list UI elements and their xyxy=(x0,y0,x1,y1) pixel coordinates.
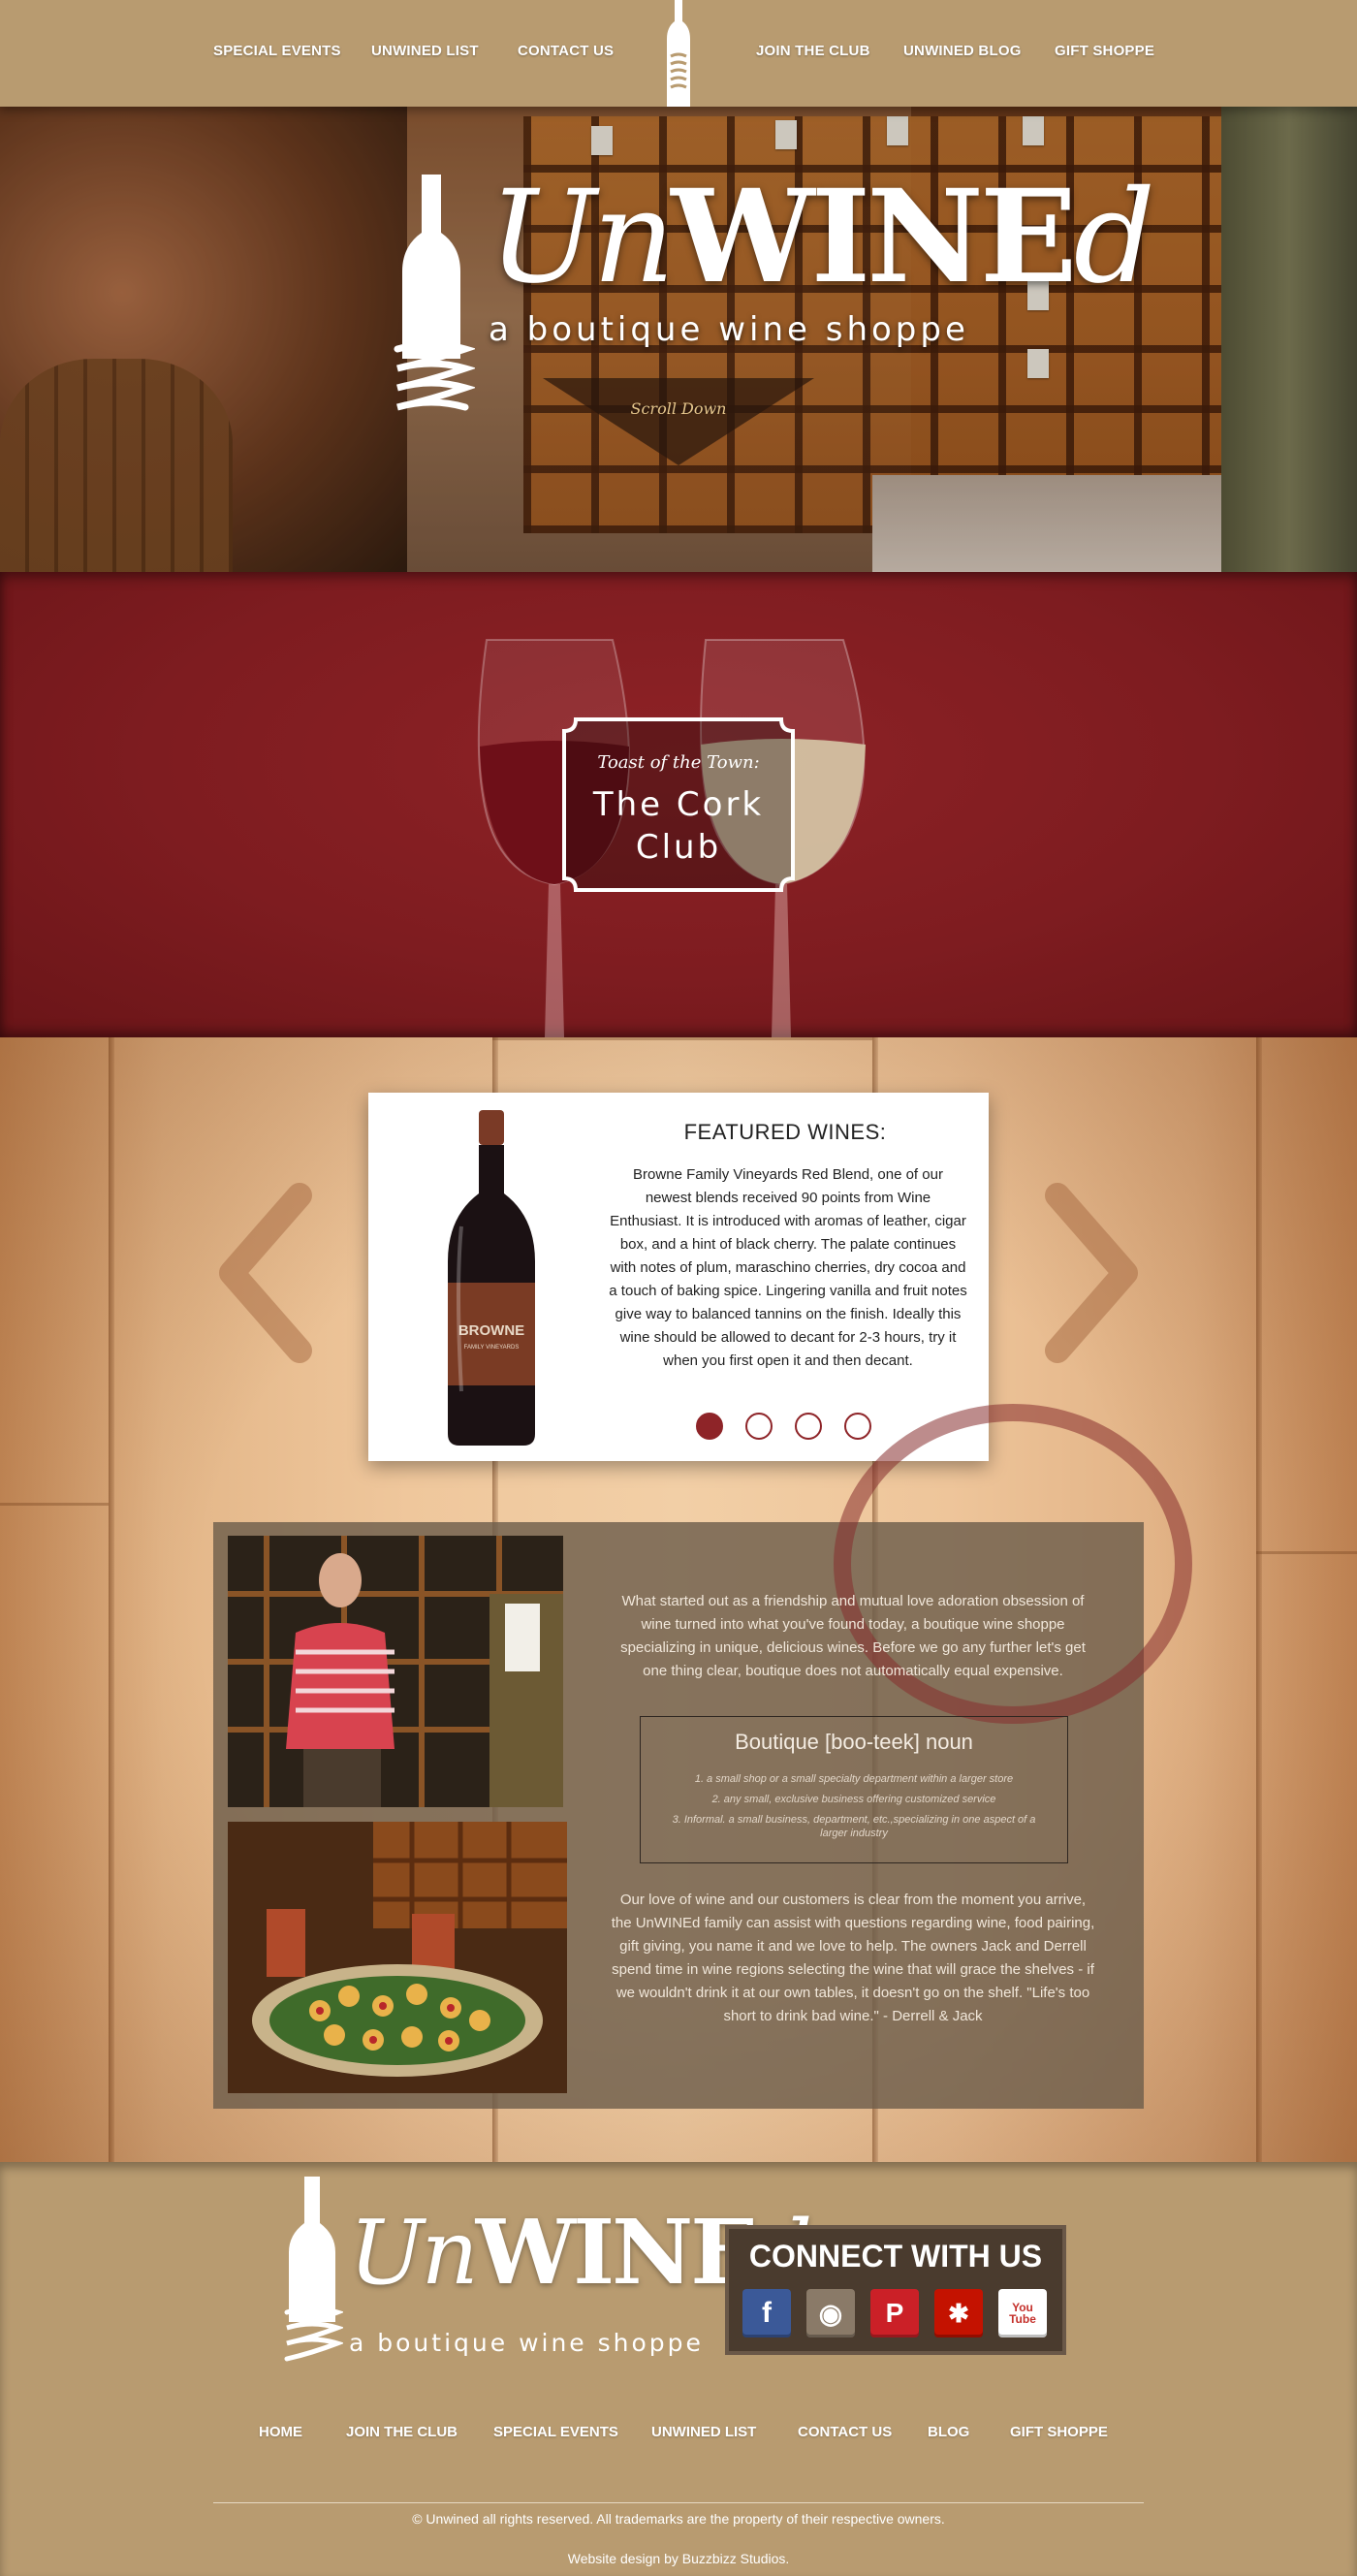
footer-brand-tagline: a boutique wine shoppe xyxy=(349,2329,704,2357)
nav-special-events[interactable]: SPECIAL EVENTS xyxy=(213,43,341,59)
facebook-icon[interactable]: f xyxy=(742,2289,791,2337)
footer-nav-home[interactable]: HOME xyxy=(259,2424,302,2440)
connect-title: CONNECT WITH US xyxy=(748,2239,1043,2274)
carousel-dot-4[interactable] xyxy=(844,1413,871,1440)
carousel-dot-3[interactable] xyxy=(795,1413,822,1440)
owner-photo xyxy=(228,1536,563,1807)
scroll-down-link[interactable]: Scroll Down xyxy=(0,399,1357,418)
footer-nav-blog[interactable]: BLOG xyxy=(928,2424,969,2440)
footer-divider xyxy=(213,2502,1144,2503)
carousel-next-arrow[interactable] xyxy=(1033,1181,1150,1365)
top-navigation-bar: SPECIAL EVENTS UNWINED LIST CONTACT US J… xyxy=(0,0,1357,107)
carousel-dot-2[interactable] xyxy=(745,1413,773,1440)
yelp-icon[interactable]: ✱ xyxy=(934,2289,983,2337)
brand-d: d xyxy=(1073,163,1155,312)
corkscrew-bottle-icon xyxy=(394,175,475,411)
carousel-dot-1[interactable] xyxy=(696,1413,723,1440)
footer-nav-contact-us[interactable]: CONTACT US xyxy=(798,2424,892,2440)
definition-line-3: 3. Informal. a small business, departmen… xyxy=(672,1814,1036,1839)
footer-brand-un: Un xyxy=(349,2201,479,2305)
club-toast-text: Toast of the Town: xyxy=(597,752,760,773)
nav-unwined-blog[interactable]: UNWINED BLOG xyxy=(903,43,1022,59)
bottle-logo-icon[interactable] xyxy=(659,0,698,107)
footer-nav-unwined-list[interactable]: UNWINED LIST xyxy=(651,2424,756,2440)
pinterest-icon[interactable]: P xyxy=(870,2289,919,2337)
brand-wordmark: UnWINEd xyxy=(489,162,1155,312)
brand-wine: WINE xyxy=(671,162,1077,312)
nav-contact-us[interactable]: CONTACT US xyxy=(518,43,614,59)
instagram-icon[interactable]: ◉ xyxy=(806,2289,855,2337)
about-intro-text: What started out as a friendship and mut… xyxy=(620,1593,1086,1679)
carousel-dots xyxy=(696,1413,890,1442)
nav-join-the-club[interactable]: JOIN THE CLUB xyxy=(756,43,870,59)
footer-bottle-icon xyxy=(284,2177,343,2362)
featured-wines-card: BROWNE FAMILY VINEYARDS FEATURED WINES: … xyxy=(368,1093,989,1461)
definition-line-2: 2. any small, exclusive business offerin… xyxy=(711,1794,996,1805)
club-name[interactable]: The Cork Club xyxy=(560,783,797,869)
definition-line-1: 1. a small shop or a small specialty dep… xyxy=(694,1773,1014,1785)
definition-title: Boutique [boo-teek] noun xyxy=(735,1730,973,1754)
brand-un: Un xyxy=(489,163,675,312)
bottle-label-brand: BROWNE xyxy=(458,1322,524,1339)
footer-nav-join-the-club[interactable]: JOIN THE CLUB xyxy=(346,2424,458,2440)
footer-credit-link[interactable]: Website design by Buzzbizz Studios. xyxy=(0,2551,1357,2566)
footer-nav-gift-shoppe[interactable]: GIFT SHOPPE xyxy=(1010,2424,1108,2440)
about-closing-text: Our love of wine and our customers is cl… xyxy=(611,1892,1095,2024)
nav-gift-shoppe[interactable]: GIFT SHOPPE xyxy=(1055,43,1154,59)
featured-wine-description: Browne Family Vineyards Red Blend, one o… xyxy=(609,1166,967,1369)
footer-copyright: © Unwined all rights reserved. All trade… xyxy=(412,2511,945,2527)
appetizer-photo xyxy=(228,1822,567,2093)
youtube-icon[interactable]: You Tube xyxy=(998,2289,1047,2337)
carousel-prev-arrow[interactable] xyxy=(207,1181,324,1365)
brand-tagline: a boutique wine shoppe xyxy=(489,310,969,349)
featured-wines-title: FEATURED WINES: xyxy=(683,1120,887,1144)
wine-bottle-image: BROWNE FAMILY VINEYARDS xyxy=(448,1110,535,1446)
scroll-down-triangle[interactable] xyxy=(543,378,814,465)
footer-brand-wine: WINE xyxy=(475,2200,759,2305)
footer-nav-special-events[interactable]: SPECIAL EVENTS xyxy=(493,2424,618,2440)
bottle-label-sub: FAMILY VINEYARDS xyxy=(464,1345,520,1351)
hero-brand-logo: UnWINEd a boutique wine shoppe xyxy=(388,165,1155,411)
nav-unwined-list[interactable]: UNWINED LIST xyxy=(371,43,479,59)
